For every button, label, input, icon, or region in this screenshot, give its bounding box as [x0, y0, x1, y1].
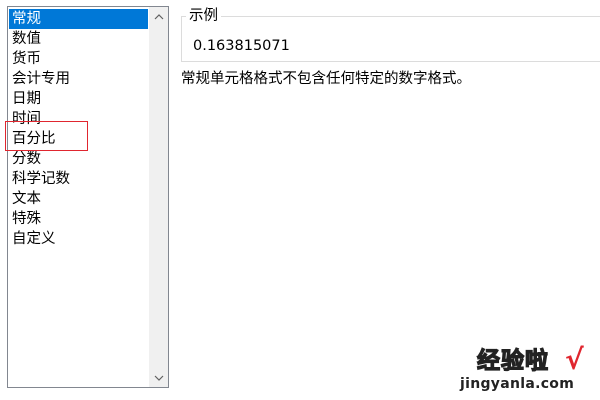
sample-value: 0.163815071 [193, 38, 290, 54]
category-list-scrollbar[interactable] [149, 7, 168, 387]
category-item-general[interactable]: 常规 [9, 9, 148, 29]
category-item-scientific[interactable]: 科学记数 [9, 169, 148, 189]
watermark-title: 经验啦 [476, 347, 549, 374]
category-item-number[interactable]: 数值 [9, 29, 148, 49]
category-item-time[interactable]: 时间 [9, 109, 148, 129]
chevron-down-icon [154, 375, 163, 381]
sample-legend: 示例 [186, 7, 221, 25]
checkmark-icon: √ [565, 343, 584, 376]
watermark: 经验啦 √ jingyanla.com [455, 343, 595, 396]
category-item-date[interactable]: 日期 [9, 89, 148, 109]
category-item-text[interactable]: 文本 [9, 189, 148, 209]
format-description: 常规单元格格式不包含任何特定的数字格式。 [181, 71, 471, 87]
category-item-fraction[interactable]: 分数 [9, 149, 148, 169]
scroll-up-button[interactable] [149, 7, 168, 26]
category-item-percentage[interactable]: 百分比 [9, 129, 148, 149]
category-item-special[interactable]: 特殊 [9, 209, 148, 229]
scroll-down-button[interactable] [149, 368, 168, 387]
category-item-accounting[interactable]: 会计专用 [9, 69, 148, 89]
chevron-up-icon [154, 13, 163, 19]
watermark-url: jingyanla.com [460, 376, 575, 392]
category-item-custom[interactable]: 自定义 [9, 229, 148, 249]
category-list-items: 常规 数值 货币 会计专用 日期 时间 百分比 分数 科学记数 文本 特殊 自定… [8, 7, 148, 387]
category-item-currency[interactable]: 货币 [9, 49, 148, 69]
category-list[interactable]: 常规 数值 货币 会计专用 日期 时间 百分比 分数 科学记数 文本 特殊 自定… [7, 6, 169, 388]
